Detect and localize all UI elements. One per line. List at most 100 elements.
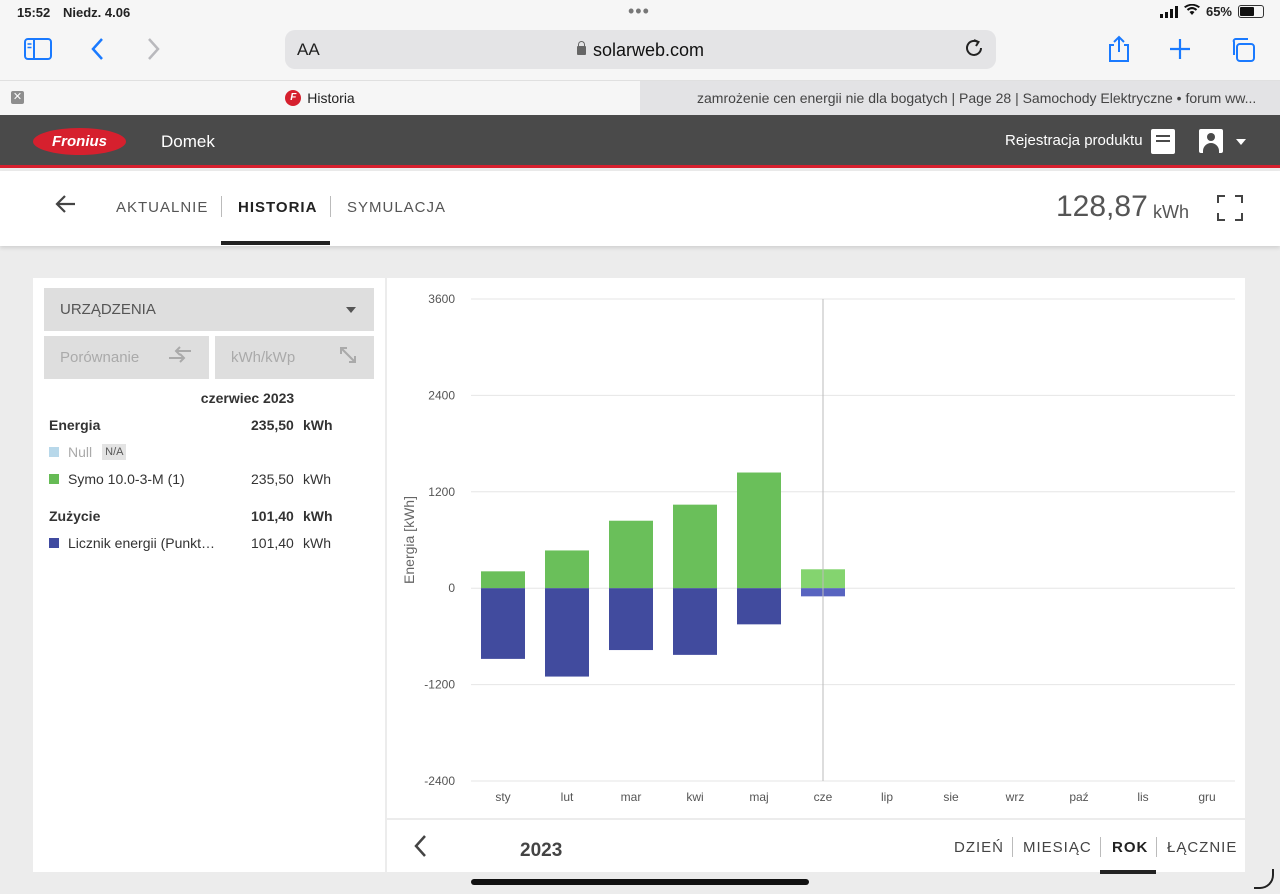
consumption-unit: kWh xyxy=(303,508,333,524)
production-bar[interactable] xyxy=(737,472,781,589)
site-name[interactable]: Domek xyxy=(161,132,215,152)
fronius-favicon-icon: F xyxy=(285,90,302,106)
legend-swatch xyxy=(49,474,59,484)
tab-title: zamrożenie cen energii nie dla bogatych … xyxy=(697,90,1257,106)
active-range-indicator xyxy=(1100,870,1156,874)
certificate-icon[interactable] xyxy=(1151,129,1175,154)
multitasking-dots-icon[interactable]: ••• xyxy=(628,2,650,20)
x-tick-label: maj xyxy=(749,790,768,804)
range-tab-miesiac[interactable]: MIESIĄC xyxy=(1023,839,1092,856)
x-tick-label: sie xyxy=(943,790,959,804)
tab-historia[interactable]: ✕ F Historia xyxy=(0,81,640,115)
cellular-signal-icon xyxy=(1159,5,1178,18)
range-tab-lacznie[interactable]: ŁĄCZNIE xyxy=(1167,839,1237,856)
kwh-kwp-label: kWh/kWp xyxy=(231,349,296,366)
y-tick-label: 1200 xyxy=(428,485,455,499)
consumption-bar[interactable] xyxy=(481,588,525,659)
sidebar-icon[interactable] xyxy=(24,38,52,65)
range-tab-rok[interactable]: ROK xyxy=(1112,839,1148,856)
x-tick-label: cze xyxy=(814,790,833,804)
chevron-down-icon xyxy=(346,307,356,313)
y-axis-label: Energia [kWh] xyxy=(401,496,417,584)
device-row-meter[interactable]: Licznik energii (Punkt… 101,40 kWh xyxy=(49,535,369,551)
energy-label: Energia xyxy=(49,417,101,433)
x-tick-label: paź xyxy=(1069,790,1088,804)
divider xyxy=(1100,837,1101,857)
url-text: solarweb.com xyxy=(592,40,705,60)
user-account-icon[interactable] xyxy=(1199,129,1223,153)
device-name: Licznik energii (Punkt… xyxy=(68,535,216,551)
compare-button[interactable]: Porównanie xyxy=(44,336,209,379)
consumption-summary-row: Zużycie 101,40 kWh xyxy=(49,508,369,524)
tab-title: Historia xyxy=(307,90,355,106)
y-tick-label: 0 xyxy=(448,581,455,595)
x-tick-label: lis xyxy=(1137,790,1148,804)
device-row-null[interactable]: Null N/A xyxy=(49,444,369,460)
back-icon[interactable] xyxy=(90,37,104,66)
consumption-bar[interactable] xyxy=(609,588,653,651)
chart-footer: 2023 DZIEŃ MIESIĄC ROK ŁĄCZNIE xyxy=(387,818,1245,874)
tab-strip: ✕ F Historia zamrożenie cen energii nie … xyxy=(0,80,1280,115)
device-unit: kWh xyxy=(303,471,331,487)
home-indicator[interactable] xyxy=(471,879,809,885)
legend-swatch xyxy=(49,447,59,457)
consumption-bar[interactable] xyxy=(545,588,589,677)
na-badge: N/A xyxy=(102,444,127,460)
app-header: Fronius Domek Rejestracja produktu xyxy=(0,115,1280,168)
production-bar[interactable] xyxy=(481,571,525,589)
status-date: Niedz. 4.06 xyxy=(63,5,131,20)
kwh-kwp-button[interactable]: kWh/kWp xyxy=(215,336,374,379)
register-product-link[interactable]: Rejestracja produktu xyxy=(1005,132,1143,149)
device-row-symo[interactable]: Symo 10.0-3-M (1) 235,50 kWh xyxy=(49,471,369,487)
reload-icon[interactable] xyxy=(963,37,985,65)
consumption-bar[interactable] xyxy=(673,588,717,655)
devices-dropdown-label: URZĄDZENIA xyxy=(60,301,156,318)
back-arrow-icon[interactable] xyxy=(55,193,77,221)
tab-historia[interactable]: HISTORIA xyxy=(238,199,317,216)
chevron-down-icon[interactable] xyxy=(1236,139,1246,145)
new-tab-icon[interactable] xyxy=(1169,38,1191,65)
status-bar: 15:52 Niedz. 4.06 ••• 65% xyxy=(0,0,1280,26)
wifi-icon xyxy=(1183,3,1200,19)
production-bar[interactable] xyxy=(673,504,717,589)
x-tick-label: kwi xyxy=(686,790,703,804)
scribble-corner-icon[interactable] xyxy=(1254,869,1274,889)
tabs-overview-icon[interactable] xyxy=(1230,37,1256,68)
devices-dropdown[interactable]: URZĄDZENIA xyxy=(44,288,374,331)
device-name: Null xyxy=(68,444,93,460)
fronius-logo[interactable]: Fronius xyxy=(33,128,126,155)
expand-diagonal-icon xyxy=(338,345,358,371)
section-nav: AKTUALNIE HISTORIA SYMULACJA 128,87 kWh xyxy=(0,171,1280,246)
y-tick-label: -1200 xyxy=(424,678,455,692)
x-tick-label: gru xyxy=(1198,790,1215,804)
tab-forum[interactable]: zamrożenie cen energii nie dla bogatych … xyxy=(640,81,1280,115)
x-tick-label: lip xyxy=(881,790,893,804)
consumption-value: 101,40 xyxy=(251,508,294,524)
energy-bar-chart[interactable]: 3600 2400 1200 0 -1200 -2400 Energia [kWh] sty l… xyxy=(387,278,1245,818)
x-tick-label: lut xyxy=(561,790,574,804)
y-tick-label: -2400 xyxy=(424,774,455,788)
tab-aktualnie[interactable]: AKTUALNIE xyxy=(116,199,208,216)
fullscreen-icon[interactable] xyxy=(1217,195,1243,221)
range-tab-dzien[interactable]: DZIEŃ xyxy=(954,839,1004,856)
consumption-bar[interactable] xyxy=(737,588,781,625)
y-tick-label: 2400 xyxy=(428,388,455,402)
share-icon[interactable] xyxy=(1107,35,1131,68)
production-bar[interactable] xyxy=(609,520,653,589)
close-tab-icon[interactable]: ✕ xyxy=(11,91,24,104)
device-unit: kWh xyxy=(303,535,331,551)
divider xyxy=(1012,837,1013,857)
x-tick-label: wrz xyxy=(1005,790,1025,804)
forward-icon[interactable] xyxy=(147,37,161,66)
total-energy-value: 128,87 xyxy=(1056,190,1148,223)
period-year: 2023 xyxy=(520,840,563,861)
devices-panel: URZĄDZENIA Porównanie kWh/kWp czerwiec 2… xyxy=(33,278,385,872)
divider xyxy=(330,196,331,217)
tab-symulacja[interactable]: SYMULACJA xyxy=(347,199,446,216)
battery-icon xyxy=(1238,5,1264,18)
production-bar[interactable] xyxy=(545,550,589,589)
active-tab-indicator xyxy=(221,241,330,245)
device-value: 235,50 xyxy=(251,471,294,487)
swap-arrows-icon xyxy=(167,345,193,371)
address-bar[interactable]: AA solarweb.com xyxy=(285,30,996,69)
